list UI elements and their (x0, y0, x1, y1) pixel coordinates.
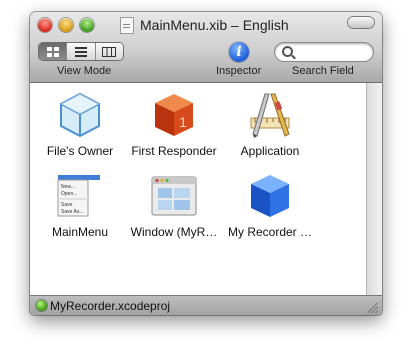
status-bar: MyRecorder.xcodeproj (30, 295, 382, 315)
toolbar-toggle-button[interactable] (348, 17, 374, 28)
list-view-button[interactable] (67, 43, 96, 60)
application-icon (245, 90, 295, 140)
inspector-label: Inspector (216, 65, 262, 77)
close-button[interactable] (38, 18, 52, 32)
item-label: My Recorder … (227, 225, 313, 239)
item-main-menu[interactable]: New... Open... Save Save As... MainMenu (30, 171, 130, 239)
menu-icon: New... Open... Save Save As... (55, 171, 105, 221)
view-mode-control (39, 43, 123, 60)
list-icon (74, 46, 87, 57)
item-label: Window (MyR… (130, 225, 218, 239)
column-view-button[interactable] (95, 43, 123, 60)
project-status-icon (36, 300, 47, 311)
item-label: File's Owner (46, 144, 114, 158)
blue-cube-icon (245, 171, 295, 221)
item-files-owner[interactable]: File's Owner (30, 90, 130, 158)
search-input[interactable] (275, 43, 373, 61)
svg-text:Save: Save (61, 202, 73, 208)
svg-text:Open...: Open... (61, 191, 77, 197)
xib-window: MainMenu.xib – English View Mode i Inspe… (30, 12, 382, 315)
item-label: Application (240, 144, 300, 158)
first-responder-cube-icon: 1 (149, 90, 199, 140)
window-title: MainMenu.xib – English (140, 17, 289, 33)
objects-area: File's Owner 1 First Responder Applicati… (30, 83, 367, 295)
item-my-recorder[interactable]: My Recorder … (220, 171, 320, 239)
item-application[interactable]: Application (220, 90, 320, 158)
search-field-label: Search Field (292, 65, 354, 77)
vertical-scrollbar[interactable] (366, 83, 382, 295)
item-label: First Responder (131, 144, 217, 158)
item-window[interactable]: Window (MyR… (124, 171, 224, 239)
minimize-button[interactable] (59, 18, 73, 32)
project-name[interactable]: MyRecorder.xcodeproj (50, 299, 170, 313)
svg-text:New...: New... (61, 184, 75, 190)
item-first-responder[interactable]: 1 First Responder (124, 90, 224, 158)
grid-icon (46, 46, 59, 57)
search-icon (282, 46, 293, 57)
columns-icon (102, 46, 117, 57)
cube-outline-icon (55, 90, 105, 140)
zoom-button[interactable] (80, 18, 94, 32)
document-icon (120, 16, 134, 34)
svg-text:1: 1 (179, 114, 187, 130)
view-mode-label: View Mode (57, 65, 112, 77)
inspector-button[interactable]: i (229, 42, 249, 62)
toolbar: MainMenu.xib – English View Mode i Inspe… (30, 12, 382, 83)
svg-text:Save As...: Save As... (61, 209, 84, 215)
title-area: MainMenu.xib – English (120, 15, 289, 35)
icon-view-button[interactable] (39, 43, 68, 60)
info-icon: i (236, 44, 242, 60)
window-icon (149, 171, 199, 221)
item-label: MainMenu (51, 225, 109, 239)
resize-grip-icon[interactable] (368, 303, 378, 313)
